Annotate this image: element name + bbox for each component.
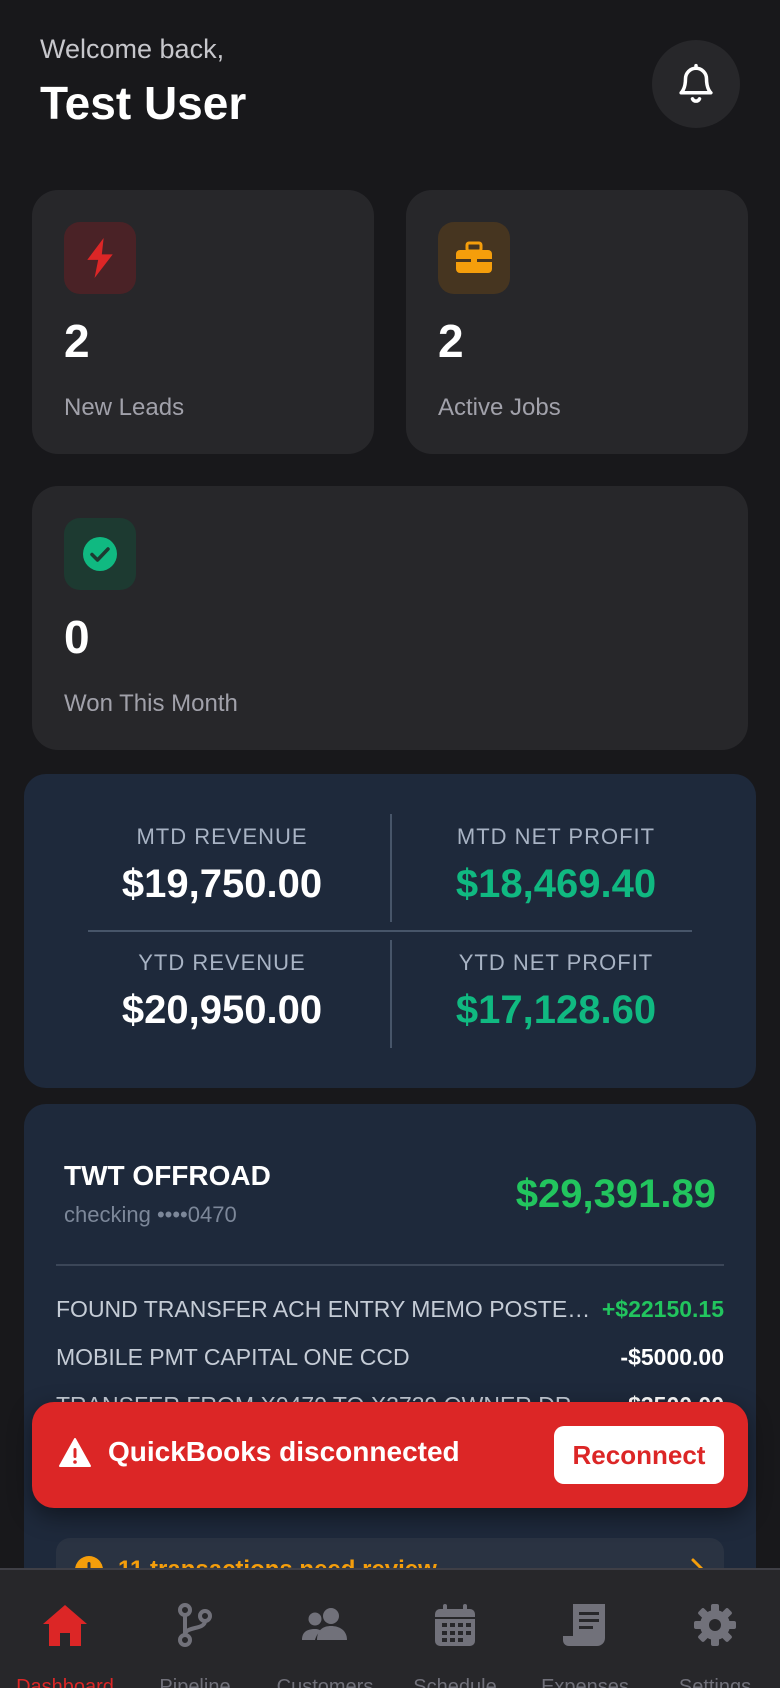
calendar-icon	[435, 1604, 475, 1646]
revenue-summary-panel: MTD REVENUE $19,750.00 MTD NET PROFIT $1…	[24, 774, 756, 1088]
transaction-description: FOUND TRANSFER ACH ENTRY MEMO POSTED TRA…	[56, 1295, 596, 1322]
toast-message: QuickBooks disconnected	[108, 1436, 460, 1467]
new-leads-label: New Leads	[64, 394, 185, 421]
bank-divider	[56, 1264, 724, 1266]
mtd-revenue-label: MTD REVENUE	[136, 824, 308, 849]
transaction-row[interactable]: MOBILE PMT CAPITAL ONE CCD -$5000.00	[56, 1340, 724, 1374]
mtd-revenue-value: $19,750.00	[121, 862, 323, 906]
warning-icon	[59, 1438, 91, 1467]
ytd-revenue-value: $20,950.00	[121, 988, 323, 1032]
check-circle-icon	[83, 537, 117, 571]
gear-icon	[694, 1604, 736, 1646]
row-divider	[88, 930, 692, 932]
transaction-amount: -$5000.00	[620, 1343, 724, 1370]
active-jobs-card[interactable]: 2 Active Jobs	[406, 190, 748, 454]
ytd-profit-label: YTD NET PROFIT	[458, 950, 654, 975]
mtd-revenue-cell: MTD REVENUE $19,750.00	[72, 824, 372, 907]
receipt-icon	[563, 1604, 605, 1646]
briefcase-icon	[456, 241, 492, 273]
won-count: 0	[64, 611, 90, 663]
nav-settings[interactable]: Settings	[650, 1570, 780, 1688]
bell-icon	[679, 63, 713, 103]
won-this-month-card[interactable]: 0 Won This Month	[32, 486, 748, 750]
nav-customers[interactable]: Customers	[260, 1570, 390, 1688]
nav-schedule[interactable]: Schedule	[390, 1570, 520, 1688]
nav-label: Expenses	[541, 1676, 629, 1688]
bottom-navigation: Dashboard Pipeline Customers Schedule Ex…	[0, 1568, 780, 1688]
active-jobs-count: 2	[438, 315, 464, 367]
mtd-profit-cell: MTD NET PROFIT $18,469.40	[406, 824, 706, 907]
nav-pipeline[interactable]: Pipeline	[130, 1570, 260, 1688]
transaction-amount: +$22150.15	[601, 1295, 724, 1322]
nav-label: Settings	[678, 1676, 752, 1688]
nav-label: Pipeline	[159, 1676, 231, 1688]
bank-account-name: TWT OFFROAD	[64, 1160, 271, 1191]
user-name: Test User	[40, 77, 247, 129]
lightning-icon	[87, 238, 113, 278]
home-icon	[43, 1605, 87, 1646]
welcome-text: Welcome back,	[40, 34, 225, 64]
new-leads-icon-box	[64, 222, 136, 294]
notifications-button[interactable]	[652, 40, 740, 128]
new-leads-count: 2	[64, 315, 90, 367]
quickbooks-disconnected-toast: QuickBooks disconnected Reconnect	[32, 1402, 748, 1508]
bank-balance: $29,391.89	[515, 1172, 716, 1216]
won-icon-box	[64, 518, 136, 590]
ytd-profit-value: $17,128.60	[455, 988, 657, 1032]
transaction-description: MOBILE PMT CAPITAL ONE CCD	[56, 1343, 410, 1370]
column-divider	[390, 814, 392, 922]
nav-label: Customers	[276, 1676, 374, 1688]
active-jobs-label: Active Jobs	[438, 394, 561, 421]
nav-label: Dashboard	[16, 1676, 114, 1688]
column-divider	[390, 940, 392, 1048]
won-label: Won This Month	[64, 690, 238, 717]
ytd-profit-cell: YTD NET PROFIT $17,128.60	[406, 950, 706, 1033]
users-icon	[302, 1608, 347, 1640]
bank-account-number: checking ••••0470	[64, 1202, 237, 1227]
pipeline-icon	[178, 1603, 212, 1647]
transaction-row[interactable]: FOUND TRANSFER ACH ENTRY MEMO POSTED TRA…	[56, 1292, 724, 1326]
new-leads-card[interactable]: 2 New Leads	[32, 190, 374, 454]
ytd-revenue-label: YTD REVENUE	[138, 950, 306, 975]
dashboard-screen: Welcome back, Test User 2 New Leads 2 Ac…	[0, 0, 780, 1688]
mtd-profit-label: MTD NET PROFIT	[456, 824, 656, 849]
nav-label: Schedule	[413, 1676, 497, 1688]
ytd-revenue-cell: YTD REVENUE $20,950.00	[72, 950, 372, 1033]
active-jobs-icon-box	[438, 222, 510, 294]
nav-expenses[interactable]: Expenses	[520, 1570, 650, 1688]
nav-dashboard[interactable]: Dashboard	[0, 1570, 130, 1688]
reconnect-button[interactable]: Reconnect	[554, 1426, 724, 1484]
mtd-profit-value: $18,469.40	[455, 862, 657, 906]
